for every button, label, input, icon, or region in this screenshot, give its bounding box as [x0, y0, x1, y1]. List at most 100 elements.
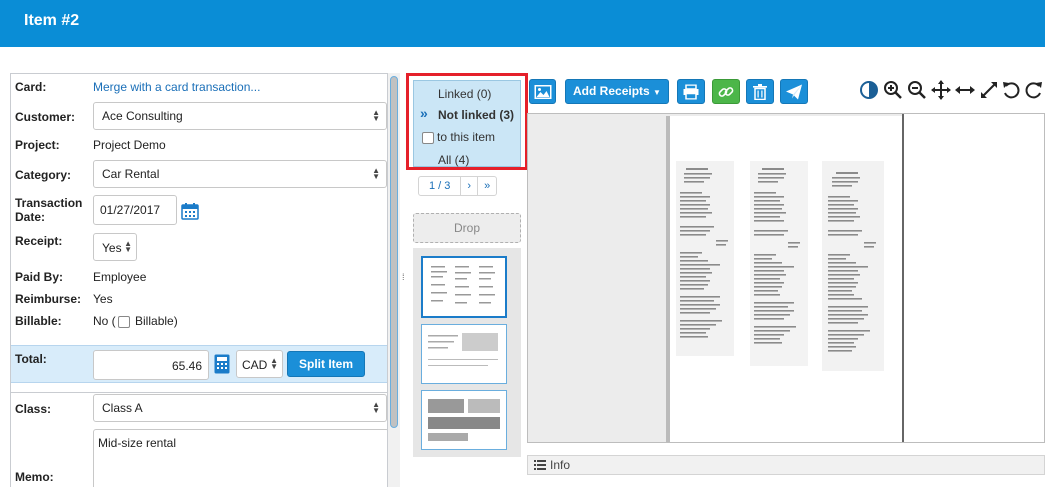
trash-icon — [753, 83, 767, 100]
date-label: Transaction Date: — [15, 196, 82, 224]
billable-checkbox[interactable] — [117, 315, 130, 328]
link-icon — [718, 86, 734, 97]
receipt-pager: 1 / 3 › » — [418, 176, 498, 196]
pager-last-button[interactable]: » — [477, 177, 496, 195]
image-icon — [534, 84, 551, 99]
project-label: Project: — [15, 138, 60, 152]
rotate-right-icon[interactable] — [1024, 80, 1044, 100]
print-button[interactable] — [677, 79, 705, 104]
zoom-out-icon[interactable] — [907, 80, 927, 100]
reimburse-label: Reimburse: — [15, 292, 82, 306]
filter-all[interactable]: All (4) — [438, 153, 469, 167]
next-page-preview — [904, 114, 1044, 442]
class-label: Class: — [15, 402, 52, 416]
receipt-select[interactable]: Yes ▲ ▼ — [93, 233, 137, 261]
paid-by-value: Employee — [93, 270, 147, 284]
delete-button[interactable] — [746, 79, 774, 104]
form-scrollbar[interactable] — [388, 73, 400, 487]
calendar-icon[interactable] — [181, 202, 199, 220]
receipt-image — [666, 116, 902, 442]
receipt-thumbnail-2[interactable] — [421, 324, 507, 384]
project-value: Project Demo — [93, 138, 166, 152]
category-label: Category: — [15, 168, 72, 182]
receipt-value: Yes — [102, 241, 122, 255]
select-arrows-icon: ▲ ▼ — [124, 239, 132, 254]
send-icon — [786, 84, 802, 99]
category-select[interactable]: Car Rental ▲ ▼ — [93, 160, 387, 188]
receipt-preview — [428, 399, 500, 441]
page-title: Item #2 — [24, 12, 80, 29]
receipt-preview — [428, 333, 498, 366]
total-label: Total: — [15, 352, 47, 366]
to-this-item-label: to this item — [437, 130, 496, 144]
category-value: Car Rental — [102, 167, 160, 181]
class-value: Class A — [102, 401, 143, 415]
memo-textarea[interactable]: Mid-size rental — [93, 429, 387, 487]
customer-label: Customer: — [15, 110, 76, 124]
billable-value: No ( Billable) — [93, 314, 178, 328]
billable-label: Billable: — [15, 314, 62, 328]
send-button[interactable] — [780, 79, 808, 104]
class-select[interactable]: Class A ▲ ▼ — [93, 394, 387, 422]
transaction-date-input[interactable]: 01/27/2017 — [93, 195, 177, 225]
fullscreen-icon[interactable] — [979, 80, 999, 100]
receipt-preview — [431, 266, 495, 304]
caret-down-icon: ▼ — [653, 88, 661, 97]
reimburse-value: Yes — [93, 292, 113, 306]
billable-checkbox-label: Billable) — [135, 314, 178, 328]
contrast-icon[interactable] — [859, 80, 879, 100]
section-divider — [11, 392, 387, 393]
rotate-left-icon[interactable] — [1001, 80, 1021, 100]
filter-to-this-item[interactable]: to this item — [422, 130, 495, 144]
list-icon — [534, 460, 546, 470]
paid-by-label: Paid By: — [15, 270, 64, 284]
select-arrows-icon: ▲ ▼ — [372, 108, 380, 123]
info-label: Info — [550, 458, 571, 472]
scrollbar-thumb[interactable] — [390, 76, 398, 428]
add-receipts-button[interactable]: Add Receipts ▼ — [565, 79, 669, 104]
billable-prefix: No ( — [93, 314, 116, 328]
date-label-line1: Transaction — [15, 196, 83, 210]
receipt-label: Receipt: — [15, 234, 63, 248]
zoom-in-icon[interactable] — [883, 80, 903, 100]
receipt-thumbnail-1[interactable] — [421, 256, 507, 318]
receipt-scan — [666, 116, 902, 442]
item-form: Card: Merge with a card transaction... C… — [10, 73, 388, 487]
drop-zone[interactable]: Drop — [413, 213, 521, 243]
receipt-filter-highlight: Linked (0) » Not linked (3) to this item… — [406, 73, 528, 170]
date-label-line2: Date: — [15, 210, 46, 224]
thumbnail-list — [413, 248, 521, 457]
card-label: Card: — [15, 80, 47, 94]
panel-resize-handle[interactable]: ⁞ — [402, 272, 405, 282]
image-button[interactable] — [529, 79, 556, 104]
select-arrows-icon: ▲ ▼ — [372, 400, 380, 415]
currency-value: CAD — [242, 358, 268, 372]
select-arrows-icon: ▲ ▼ — [372, 166, 380, 181]
pager-current: 1 / 3 — [429, 180, 451, 192]
calculator-icon[interactable] — [214, 354, 230, 374]
split-item-button[interactable]: Split Item — [287, 351, 365, 377]
customer-value: Ace Consulting — [102, 109, 183, 123]
receipt-filter-panel: Linked (0) » Not linked (3) to this item… — [413, 80, 521, 167]
printer-icon — [683, 84, 699, 99]
currency-select[interactable]: CAD ▲ ▼ — [236, 350, 283, 378]
to-this-item-checkbox[interactable] — [422, 131, 434, 144]
total-section: Total: 65.46 CAD ▲ ▼ Split Item — [11, 345, 387, 383]
add-receipts-label: Add Receipts — [573, 84, 650, 98]
merge-card-link[interactable]: Merge with a card transaction... — [93, 80, 260, 94]
chevron-double-right-icon: » — [420, 105, 428, 121]
receipt-thumbnail-3[interactable] — [421, 390, 507, 450]
filter-not-linked[interactable]: Not linked (3) — [438, 108, 514, 122]
filter-linked[interactable]: Linked (0) — [438, 87, 491, 101]
link-button[interactable] — [712, 79, 740, 104]
memo-label: Memo: — [15, 470, 54, 484]
select-arrows-icon: ▲ ▼ — [270, 356, 278, 371]
move-icon[interactable] — [931, 80, 951, 100]
total-amount-input[interactable]: 65.46 — [93, 350, 209, 380]
fit-width-icon[interactable] — [955, 80, 975, 100]
header-bar: Item #2 — [0, 0, 1045, 47]
pager-next-button[interactable]: › — [460, 177, 477, 195]
receipt-viewer[interactable] — [527, 113, 1045, 443]
customer-select[interactable]: Ace Consulting ▲ ▼ — [93, 102, 387, 130]
info-bar[interactable]: Info — [527, 455, 1045, 475]
